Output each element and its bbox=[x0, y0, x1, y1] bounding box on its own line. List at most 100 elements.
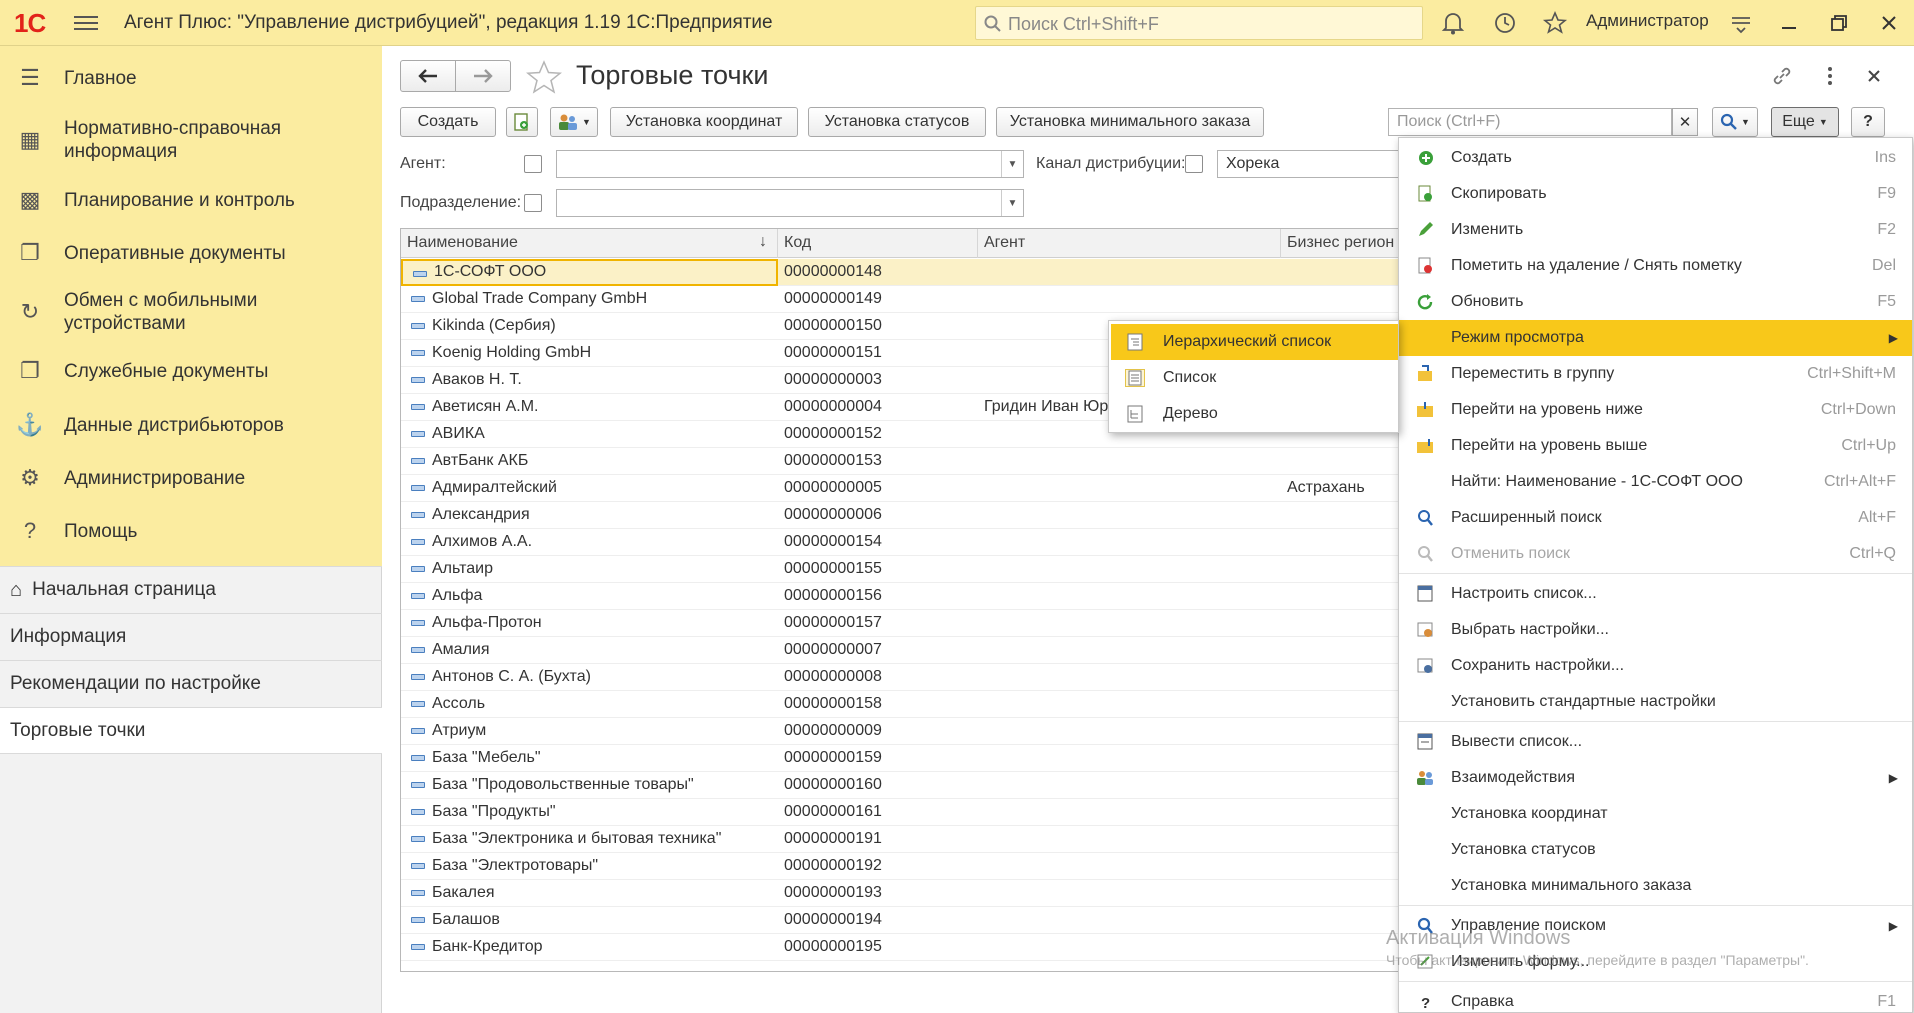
section-administration[interactable]: ⚙ Администрирование bbox=[0, 456, 382, 500]
table-row[interactable]: Ассоль 00000000158 bbox=[401, 691, 1399, 718]
section-service-docs[interactable]: ❐ Служебные документы bbox=[0, 349, 382, 393]
table-row[interactable]: База "Продукты" 00000000161 bbox=[401, 799, 1399, 826]
table-row[interactable]: Global Trade Company GmbH 00000000149 bbox=[401, 286, 1399, 313]
division-checkbox[interactable] bbox=[524, 194, 542, 212]
section-catalogs[interactable]: ▦ Нормативно-справочная информация bbox=[0, 112, 382, 168]
table-row[interactable]: 1С-СОФТ ООО 00000000148 bbox=[401, 259, 1399, 286]
menu-item-20[interactable]: Установка минимального заказа bbox=[1399, 868, 1912, 904]
more-vertical-icon[interactable] bbox=[1818, 64, 1842, 88]
table-row[interactable]: Алхимов А.А. 00000000154 bbox=[401, 529, 1399, 556]
help-button[interactable]: ? bbox=[1851, 107, 1885, 137]
back-button[interactable] bbox=[400, 60, 456, 92]
table-row[interactable]: Бакалея 00000000193 bbox=[401, 880, 1399, 907]
table-row[interactable]: Амалия 00000000007 bbox=[401, 637, 1399, 664]
section-planning[interactable]: ▩ Планирование и контроль bbox=[0, 178, 382, 222]
view-mode-tree[interactable]: Дерево bbox=[1111, 396, 1398, 432]
column-header-code[interactable]: Код bbox=[778, 229, 978, 258]
favorite-star-icon[interactable] bbox=[525, 60, 563, 94]
menu-item-5[interactable]: Режим просмотра ▶ bbox=[1399, 320, 1912, 356]
table-row[interactable]: База "Продовольственные товары" 000000001… bbox=[401, 772, 1399, 799]
list-search-input[interactable]: Поиск (Ctrl+F) bbox=[1388, 108, 1672, 136]
restore-icon[interactable] bbox=[1826, 10, 1852, 36]
view-mode-list[interactable]: Список bbox=[1111, 360, 1398, 396]
column-header-region[interactable]: Бизнес регион bbox=[1281, 229, 1399, 258]
set-coordinates-button[interactable]: Установка координат bbox=[610, 107, 798, 137]
division-dropdown-icon[interactable]: ▼ bbox=[1001, 190, 1023, 216]
menu-item-10[interactable]: Расширенный поиск Alt+F bbox=[1399, 500, 1912, 536]
table-row[interactable]: База "Электроника и бытовая техника" 0000… bbox=[401, 826, 1399, 853]
section-operational-docs[interactable]: ❐ Оперативные документы bbox=[0, 231, 382, 275]
set-statuses-button[interactable]: Установка статусов bbox=[808, 107, 986, 137]
agent-dropdown-icon[interactable]: ▼ bbox=[1001, 151, 1023, 177]
table-row[interactable]: Атриум 00000000009 bbox=[401, 718, 1399, 745]
channel-field[interactable]: Хорека bbox=[1217, 150, 1400, 178]
menu-item-1[interactable]: Скопировать F9 bbox=[1399, 176, 1912, 212]
interactions-button[interactable]: ▼ bbox=[550, 107, 598, 137]
table-row[interactable]: База "Электротовары" 00000000192 bbox=[401, 853, 1399, 880]
table-row[interactable]: Альфа-Протон 00000000157 bbox=[401, 610, 1399, 637]
set-min-order-button[interactable]: Установка минимального заказа bbox=[996, 107, 1264, 137]
table-row[interactable]: Альтаир 00000000155 bbox=[401, 556, 1399, 583]
menu-item-7[interactable]: Перейти на уровень ниже Ctrl+Down bbox=[1399, 392, 1912, 428]
section-distributors[interactable]: ⚓ Данные дистрибьюторов bbox=[0, 403, 382, 447]
item-icon bbox=[411, 566, 425, 572]
minimize-icon[interactable] bbox=[1776, 10, 1802, 36]
nav-trade-points[interactable]: Торговые точки bbox=[0, 707, 382, 754]
column-header-agent[interactable]: Агент bbox=[978, 229, 1281, 258]
table-row[interactable]: Александрия 00000000006 bbox=[401, 502, 1399, 529]
search-button[interactable]: ▼ bbox=[1712, 107, 1758, 137]
menu-item-4[interactable]: Обновить F5 bbox=[1399, 284, 1912, 320]
menu-item-2[interactable]: Изменить F2 bbox=[1399, 212, 1912, 248]
main-menu-icon[interactable] bbox=[74, 12, 98, 32]
menu-item-6[interactable]: Переместить в группу Ctrl+Shift+M bbox=[1399, 356, 1912, 392]
section-help[interactable]: ? Помощь bbox=[0, 509, 382, 553]
section-mobile-exchange[interactable]: ↻ Обмен с мобильными устройствами bbox=[0, 284, 382, 340]
forward-button[interactable] bbox=[455, 60, 511, 92]
menu-item-0[interactable]: Создать Ins bbox=[1399, 140, 1912, 176]
menu-item-17[interactable]: Взаимодействия ▶ bbox=[1399, 760, 1912, 796]
menu-item-15[interactable]: Установить стандартные настройки bbox=[1399, 684, 1912, 720]
bell-icon[interactable] bbox=[1440, 10, 1466, 36]
cell-name: Global Trade Company GmbH bbox=[401, 286, 778, 313]
nav-information[interactable]: Информация bbox=[0, 613, 382, 660]
clear-search-button[interactable]: ✕ bbox=[1672, 108, 1698, 136]
create-button[interactable]: Создать bbox=[400, 107, 496, 137]
copy-button[interactable] bbox=[506, 107, 538, 137]
agent-checkbox[interactable] bbox=[524, 155, 542, 173]
table-row[interactable]: Балашов 00000000194 bbox=[401, 907, 1399, 934]
table-row[interactable]: Банк-Кредитор 00000000195 bbox=[401, 934, 1399, 961]
favorites-star-icon[interactable] bbox=[1542, 10, 1568, 36]
nav-recommendations[interactable]: Рекомендации по настройке bbox=[0, 660, 382, 707]
section-main[interactable]: ☰ Главное bbox=[0, 56, 382, 100]
link-icon[interactable] bbox=[1770, 64, 1794, 88]
menu-item-16[interactable]: Вывести список... bbox=[1399, 724, 1912, 760]
division-field[interactable] bbox=[556, 189, 1024, 217]
menu-item-23[interactable]: ? Справка F1 bbox=[1399, 984, 1912, 1013]
menu-item-8[interactable]: Перейти на уровень выше Ctrl+Up bbox=[1399, 428, 1912, 464]
menu-item-14[interactable]: Сохранить настройки... bbox=[1399, 648, 1912, 684]
menu-item-18[interactable]: Установка координат bbox=[1399, 796, 1912, 832]
agent-field[interactable] bbox=[556, 150, 1024, 178]
close-icon[interactable] bbox=[1876, 10, 1902, 36]
menu-item-3[interactable]: Пометить на удаление / Снять пометку Del bbox=[1399, 248, 1912, 284]
column-header-name[interactable]: Наименование ↓ bbox=[401, 229, 778, 258]
history-icon[interactable] bbox=[1492, 10, 1518, 36]
menu-item-13[interactable]: Выбрать настройки... bbox=[1399, 612, 1912, 648]
settings-lines-icon[interactable] bbox=[1728, 10, 1754, 36]
menu-item-19[interactable]: Установка статусов bbox=[1399, 832, 1912, 868]
table-row[interactable]: АвтБанк АКБ 00000000153 bbox=[401, 448, 1399, 475]
table-row[interactable]: База "Мебель" 00000000159 bbox=[401, 745, 1399, 772]
more-button[interactable]: Еще ▼ bbox=[1771, 107, 1839, 137]
table-row[interactable]: Антонов С. А. (Бухта) 00000000008 bbox=[401, 664, 1399, 691]
current-user[interactable]: Администратор bbox=[1586, 11, 1709, 31]
global-search-input[interactable]: Поиск Ctrl+Shift+F bbox=[975, 6, 1423, 40]
nav-home-page[interactable]: ⌂ Начальная страница bbox=[0, 566, 382, 613]
table-row[interactable]: Альфа 00000000156 bbox=[401, 583, 1399, 610]
form-close-icon[interactable] bbox=[1862, 64, 1886, 88]
menu-item-9[interactable]: Найти: Наименование - 1С-СОФТ ООО Ctrl+Al… bbox=[1399, 464, 1912, 500]
view-mode-hierarchical-list[interactable]: Иерархический список bbox=[1111, 324, 1398, 360]
table-row[interactable]: Адмиралтейский 00000000005 Астрахань bbox=[401, 475, 1399, 502]
cell-text: 1С-СОФТ ООО bbox=[434, 263, 547, 280]
channel-checkbox[interactable] bbox=[1185, 155, 1203, 173]
menu-item-12[interactable]: Настроить список... bbox=[1399, 576, 1912, 612]
